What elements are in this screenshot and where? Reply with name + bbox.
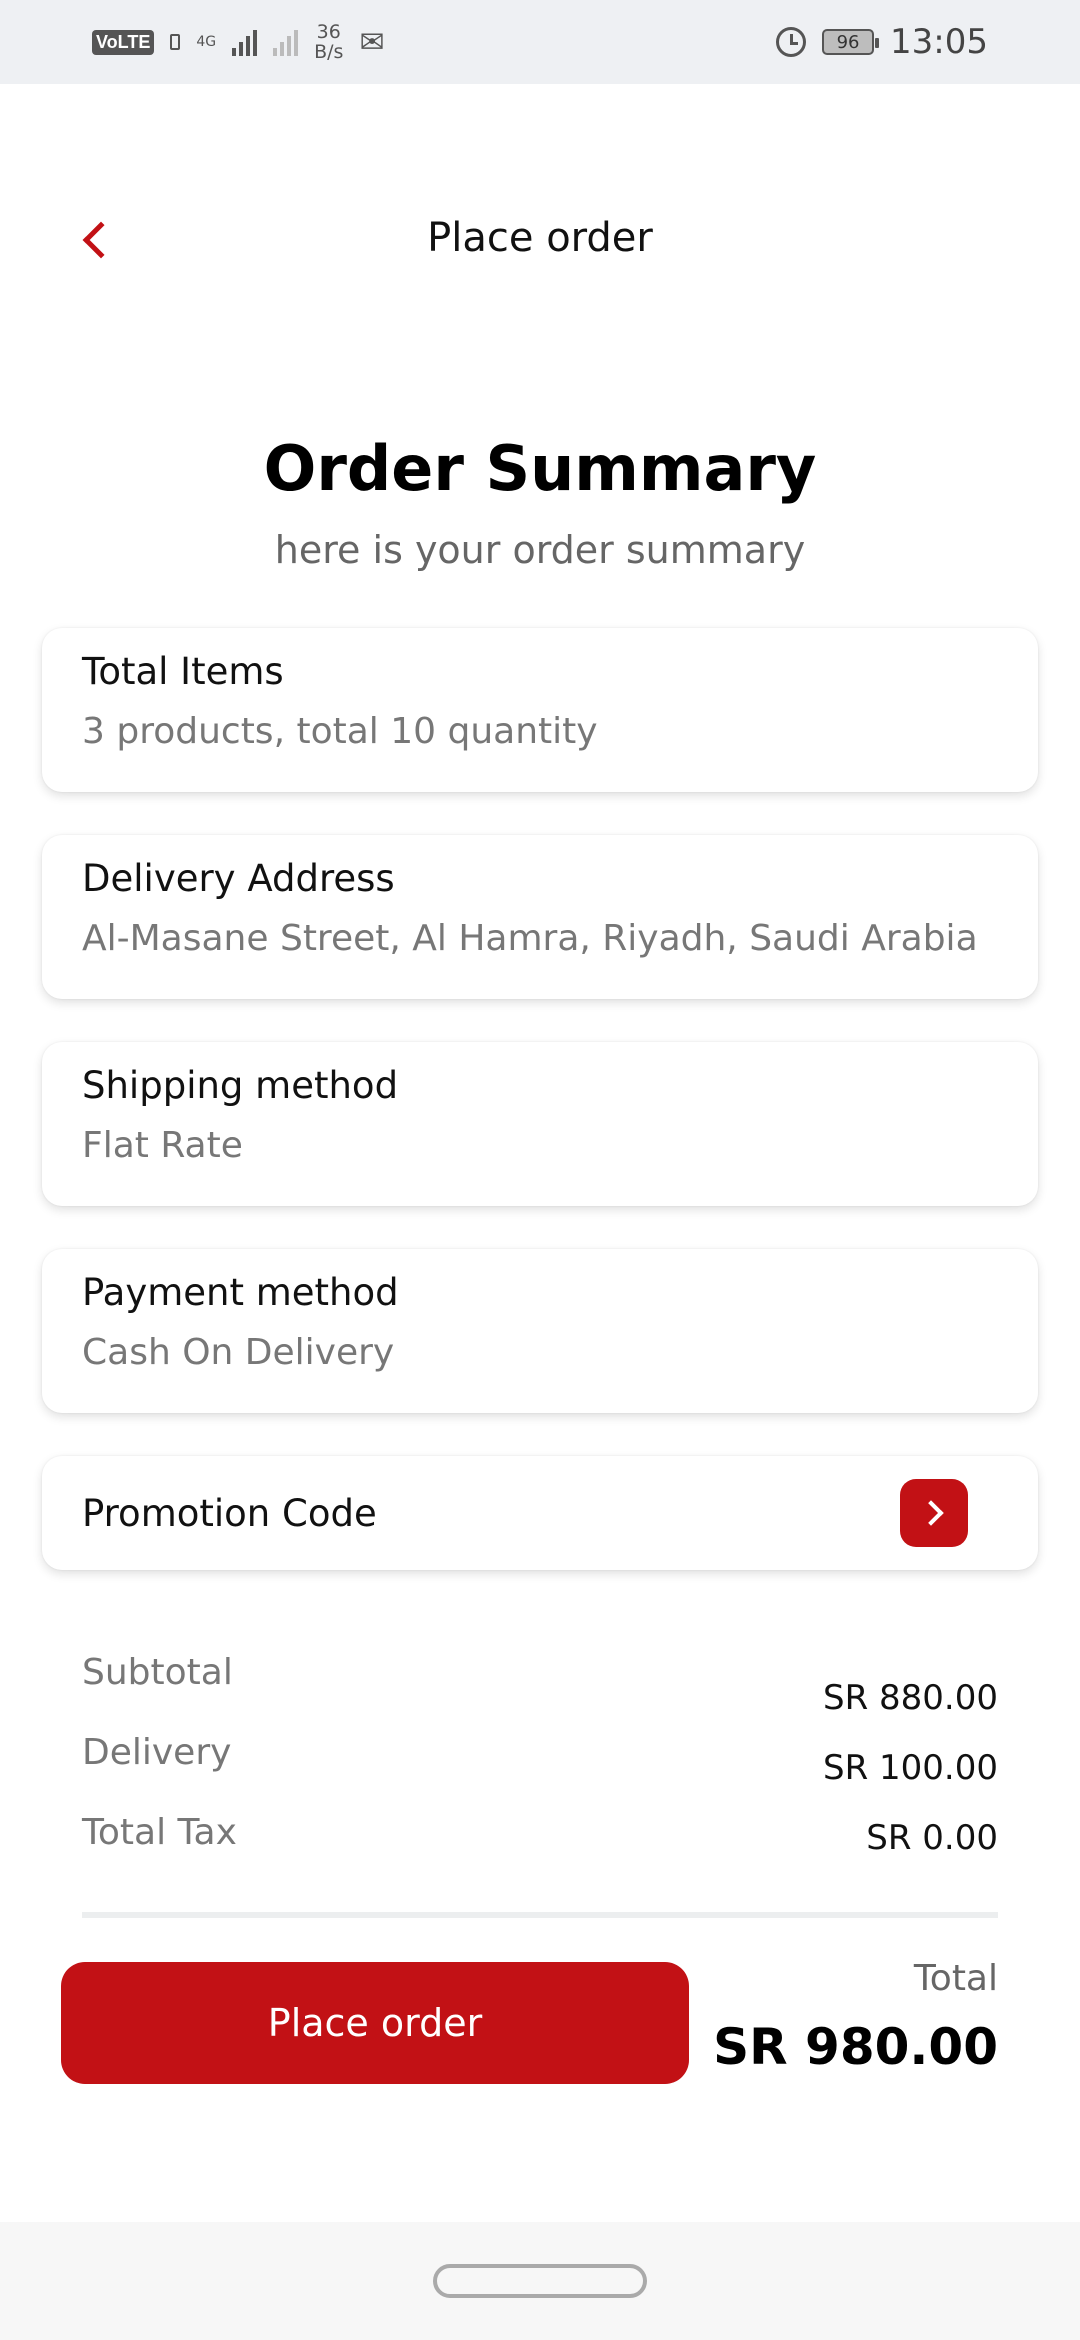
shipping-method-card[interactable]: Shipping method Flat Rate bbox=[42, 1042, 1038, 1206]
shipping-method-label: Shipping method bbox=[82, 1064, 399, 1107]
status-bar: VoLTE 4G 36 B/s ✉ 96 13:05 bbox=[0, 0, 1080, 84]
signal-icon bbox=[232, 28, 258, 56]
delivery-value: SR 100.00 bbox=[823, 1748, 998, 1788]
gmail-icon: ✉ bbox=[359, 24, 385, 60]
total-items-value: 3 products, total 10 quantity bbox=[82, 711, 598, 752]
delivery-address-card[interactable]: Delivery Address Al-Masane Street, Al Ha… bbox=[42, 835, 1038, 999]
payment-method-card[interactable]: Payment method Cash On Delivery bbox=[42, 1249, 1038, 1413]
subtotal-value: SR 880.00 bbox=[823, 1678, 998, 1718]
chevron-right-icon bbox=[918, 1500, 944, 1526]
network-type: 4G bbox=[196, 34, 217, 50]
navigation-bar bbox=[0, 2222, 1080, 2340]
payment-method-label: Payment method bbox=[82, 1271, 399, 1314]
payment-method-value: Cash On Delivery bbox=[82, 1332, 395, 1373]
total-label: Total bbox=[913, 1958, 998, 1999]
divider bbox=[82, 1912, 998, 1918]
shipping-method-value: Flat Rate bbox=[82, 1125, 243, 1166]
promotion-arrow-button[interactable] bbox=[900, 1479, 968, 1547]
sim-icon bbox=[170, 34, 181, 50]
network-speed-unit: B/s bbox=[314, 41, 344, 63]
network-speed-value: 36 bbox=[316, 21, 341, 43]
promotion-code-label: Promotion Code bbox=[82, 1491, 377, 1535]
network-speed: 36 B/s bbox=[314, 22, 343, 62]
clock: 13:05 bbox=[890, 22, 988, 62]
summary-subtitle: here is your order summary bbox=[274, 528, 806, 572]
promotion-code-card[interactable]: Promotion Code bbox=[42, 1456, 1038, 1570]
total-items-card: Total Items 3 products, total 10 quantit… bbox=[42, 628, 1038, 792]
delivery-address-label: Delivery Address bbox=[82, 857, 395, 900]
status-left: VoLTE 4G 36 B/s ✉ bbox=[92, 22, 385, 62]
volte-icon: VoLTE bbox=[92, 29, 155, 55]
battery-icon: 96 bbox=[822, 29, 880, 55]
signal-secondary-icon bbox=[273, 28, 299, 56]
total-items-label: Total Items bbox=[82, 650, 284, 693]
delivery-label: Delivery bbox=[82, 1732, 232, 1773]
subtotal-label: Subtotal bbox=[82, 1652, 233, 1693]
page-title: Place order bbox=[427, 215, 653, 261]
delivery-address-value: Al-Masane Street, Al Hamra, Riyadh, Saud… bbox=[82, 918, 978, 959]
summary-title: Order Summary bbox=[263, 432, 817, 505]
place-order-button[interactable]: Place order bbox=[61, 1962, 689, 2084]
status-right: 96 13:05 bbox=[776, 22, 988, 62]
screen: VoLTE 4G 36 B/s ✉ 96 13:05 Place order O… bbox=[0, 0, 1080, 2340]
total-value: SR 980.00 bbox=[713, 2018, 998, 2076]
tax-value: SR 0.00 bbox=[866, 1818, 998, 1858]
home-indicator[interactable] bbox=[433, 2264, 647, 2298]
tax-label: Total Tax bbox=[82, 1812, 237, 1853]
alarm-icon bbox=[776, 27, 807, 57]
